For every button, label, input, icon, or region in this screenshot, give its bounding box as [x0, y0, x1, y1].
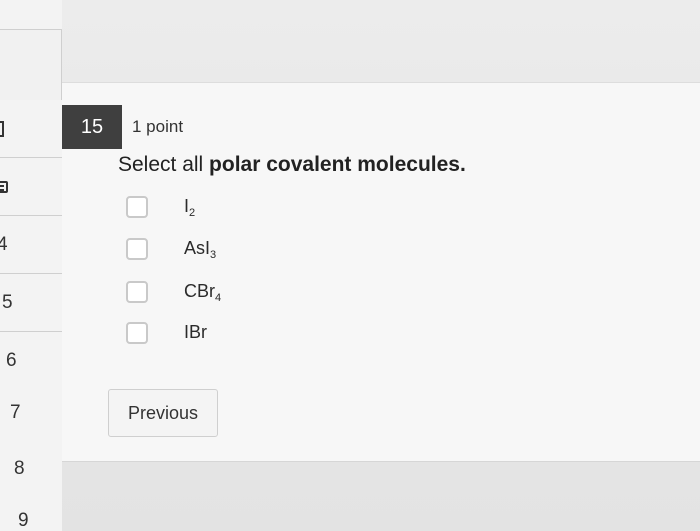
nav-item-7[interactable]: 7 — [0, 384, 62, 442]
question-card: 15 1 point Select all polar covalent mol… — [62, 82, 700, 462]
nav-item-label: 4 — [0, 233, 8, 255]
nav-item-9[interactable]: 9 — [0, 492, 62, 531]
nav-item-5[interactable]: 5 — [0, 274, 62, 332]
question-number-badge: 15 — [62, 105, 122, 149]
nav-item-label: 6 — [6, 349, 17, 371]
answer-option-asi3[interactable]: AsI3 — [126, 235, 216, 263]
answer-option-ibr[interactable]: IBr — [126, 319, 207, 347]
nav-item-label: 5 — [2, 291, 13, 313]
answer-option-label: AsI3 — [184, 237, 217, 261]
answer-checkbox[interactable] — [126, 196, 148, 218]
nav-item-8[interactable]: 8 — [0, 440, 62, 498]
question-points: 1 point — [132, 117, 184, 136]
nav-item-6[interactable]: 6 — [0, 332, 62, 390]
answer-option-label: CBr4 — [184, 280, 222, 304]
list-box-icon — [0, 180, 8, 193]
answer-checkbox[interactable] — [126, 238, 148, 260]
quiz-page: 4 5 6 7 8 9 15 1 point Select all polar … — [0, 0, 700, 531]
nav-item-label: 8 — [14, 457, 25, 479]
answer-checkbox[interactable] — [126, 322, 148, 344]
prompt-prefix: Select all — [118, 153, 210, 176]
answer-option-label: IBr — [184, 321, 208, 342]
prompt-bold: polar covalent molecules. — [209, 153, 466, 176]
answer-option-label: I2 — [184, 195, 196, 219]
nav-item-4[interactable]: 4 — [0, 216, 62, 274]
nav-item-flag[interactable] — [0, 100, 62, 158]
nav-item-label: 9 — [18, 510, 29, 531]
question-prompt: Select all polar covalent molecules. — [118, 153, 466, 177]
question-navigator: 4 5 6 7 8 9 — [0, 0, 62, 531]
nav-item-label: 7 — [10, 401, 21, 423]
answer-option-cbr4[interactable]: CBr4 — [126, 278, 221, 306]
answer-checkbox[interactable] — [126, 281, 148, 303]
bracket-icon — [0, 120, 4, 137]
previous-button[interactable]: Previous — [108, 389, 218, 437]
nav-item-review[interactable] — [0, 158, 62, 216]
nav-item-blank-top[interactable] — [0, 0, 62, 30]
answer-option-i2[interactable]: I2 — [126, 193, 195, 221]
